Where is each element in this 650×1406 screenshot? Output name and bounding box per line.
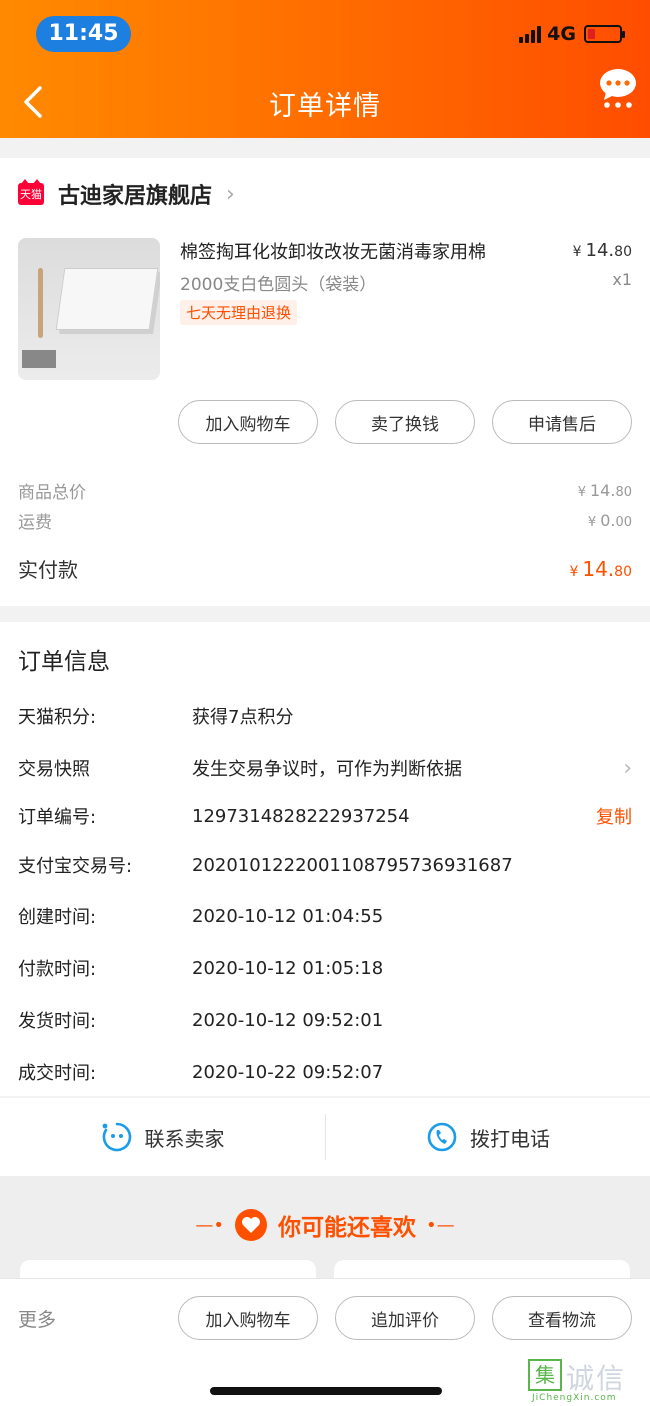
created-label: 创建时间: [18, 907, 97, 928]
chevron-right-icon: › [226, 181, 235, 207]
more-button[interactable]: 更多 [18, 1305, 56, 1332]
goods-total-row: 商品总价 ¥14.80 [18, 478, 632, 503]
home-indicator [210, 1387, 442, 1395]
info-row-shipped: 发货时间: 2020-10-12 09:52:01 [18, 1005, 632, 1035]
signal-icon [519, 25, 542, 43]
snapshot-value: 发生交易争议时，可作为判断依据 [192, 759, 462, 780]
bottom-buttons: 加入购物车 追加评价 查看物流 [178, 1296, 632, 1340]
contact-bar: 联系卖家 拨打电话 [0, 1098, 650, 1176]
message-menu-icon[interactable] [598, 68, 638, 112]
product-card: 天猫 古迪家居旗舰店 › 棉签掏耳化妆卸妆改妆无菌消毒家用棉 2000支白色圆头… [0, 158, 650, 606]
status-indicators: 4G [519, 22, 625, 46]
paid-time-value: 2020-10-12 01:05:18 [192, 957, 384, 979]
paid-time-label: 付款时间: [18, 959, 97, 980]
recommend-title: 你可能还喜欢 [278, 1215, 416, 1241]
view-logistics-button[interactable]: 查看物流 [492, 1296, 632, 1340]
shipped-label: 发货时间: [18, 1011, 97, 1032]
product-actions: 加入购物车 卖了换钱 申请售后 [178, 400, 632, 444]
order-number-value: 1297314828222937254 [192, 805, 410, 827]
paid-row: 实付款 ¥14.80 [18, 554, 632, 583]
decor-line-right: •— [426, 1214, 455, 1236]
snapshot-label: 交易快照 [18, 759, 90, 780]
shipping-row: 运费 ¥0.00 [18, 508, 632, 533]
status-time: 11:45 [36, 16, 131, 52]
call-phone-button[interactable]: 拨打电话 [325, 1114, 650, 1160]
contact-seller-button[interactable]: 联系卖家 [0, 1098, 325, 1176]
info-row-completed: 成交时间: 2020-10-22 09:52:07 [18, 1057, 632, 1087]
bottom-action-bar: 更多 加入购物车 追加评价 查看物流 集 诚信 JiChengXin.com [0, 1278, 650, 1406]
order-number-label: 订单编号: [18, 807, 97, 828]
resell-button[interactable]: 卖了换钱 [335, 400, 475, 444]
shipped-value: 2020-10-12 09:52:01 [192, 1009, 384, 1031]
info-row-snapshot[interactable]: 交易快照 发生交易争议时，可作为判断依据 › [18, 753, 632, 783]
completed-label: 成交时间: [18, 1063, 97, 1084]
alipay-label: 支付宝交易号: [18, 856, 133, 877]
points-label: 天猫积分: [18, 707, 97, 728]
contact-seller-label: 联系卖家 [144, 1126, 225, 1151]
goods-total-value: ¥14.80 [577, 481, 632, 500]
points-value: 获得7点积分 [192, 707, 294, 728]
paid-value: ¥14.80 [569, 556, 632, 581]
network-type: 4G [547, 23, 576, 45]
shop-name[interactable]: 古迪家居旗舰店 [58, 178, 212, 210]
alipay-value: 2020101222001108795736931687 [192, 854, 513, 876]
tmall-logo-icon: 天猫 [18, 179, 44, 205]
recommend-header: —• 你可能还喜欢 •— [0, 1208, 650, 1242]
header-bar: 11:45 4G 订单详情 [0, 0, 650, 138]
watermark-logo: 集 诚信 JiChengXin.com [528, 1357, 646, 1405]
page-title: 订单详情 [269, 91, 381, 122]
call-phone-label: 拨打电话 [470, 1126, 550, 1151]
info-row-order-number: 订单编号: 1297314828222937254 复制 [18, 801, 632, 831]
product-name[interactable]: 棉签掏耳化妆卸妆改妆无菌消毒家用棉 [180, 238, 486, 264]
shop-row[interactable]: 天猫 古迪家居旗舰店 › [18, 178, 235, 210]
created-value: 2020-10-12 01:04:55 [192, 905, 384, 927]
info-row-alipay: 支付宝交易号: 2020101222001108795736931687 [18, 850, 632, 880]
info-row-created: 创建时间: 2020-10-12 01:04:55 [18, 901, 632, 931]
paid-label: 实付款 [18, 558, 78, 582]
product-price: ¥14.80 [572, 240, 632, 261]
chevron-right-icon: › [623, 755, 632, 781]
product-spec: 2000支白色圆头（袋装） [180, 275, 377, 295]
decor-line-left: —• [195, 1214, 224, 1236]
recommend-section: —• 你可能还喜欢 •— [0, 1176, 650, 1290]
info-row-paid-time: 付款时间: 2020-10-12 01:05:18 [18, 953, 632, 983]
add-to-cart-button[interactable]: 加入购物车 [178, 400, 318, 444]
return-policy-badge: 七天无理由退换 [180, 300, 298, 325]
add-to-cart-bottom-button[interactable]: 加入购物车 [178, 1296, 318, 1340]
shipping-label: 运费 [18, 513, 52, 533]
after-sales-button[interactable]: 申请售后 [492, 400, 632, 444]
add-review-button[interactable]: 追加评价 [335, 1296, 475, 1340]
info-row-points: 天猫积分: 获得7点积分 [18, 701, 632, 731]
heart-icon [235, 1209, 267, 1241]
order-info-title: 订单信息 [18, 649, 110, 675]
product-quantity: x1 [612, 270, 632, 289]
phone-icon [427, 1122, 457, 1152]
battery-icon [584, 25, 625, 43]
goods-total-label: 商品总价 [18, 483, 86, 503]
shipping-value: ¥0.00 [587, 511, 632, 530]
copy-button[interactable]: 复制 [596, 803, 632, 829]
completed-value: 2020-10-22 09:52:07 [192, 1061, 384, 1083]
order-info-card: 订单信息 天猫积分: 获得7点积分 交易快照 发生交易争议时，可作为判断依据 ›… [0, 622, 650, 1096]
product-image[interactable] [18, 238, 160, 380]
chat-face-icon [102, 1122, 131, 1152]
